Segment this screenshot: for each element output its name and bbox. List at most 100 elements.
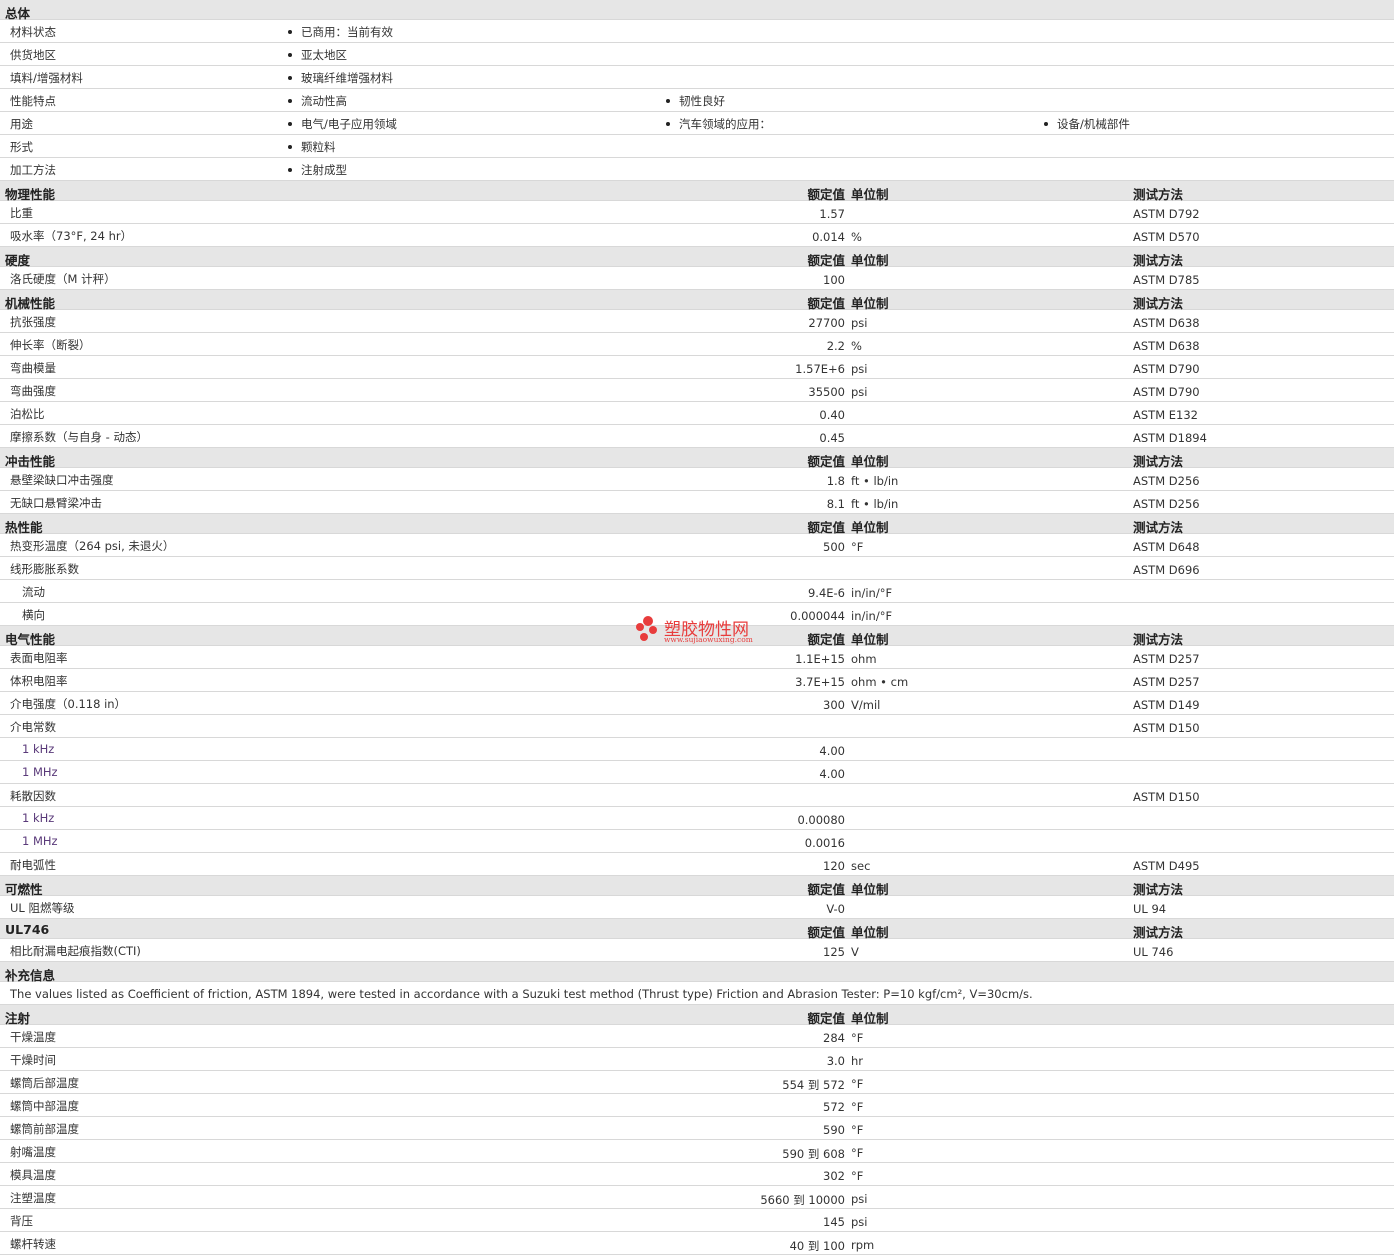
property-label: 介电强度（0.118 in） [10,697,127,711]
nominal-value: 0.00080 [797,813,845,827]
property-label: 无缺口悬臂梁冲击 [10,496,102,510]
bullet-text: 颗粒料 [301,140,336,154]
property-label: 形式 [10,140,33,154]
property-label: 弯曲模量 [10,361,56,375]
nominal-value: 0.000044 [790,609,845,623]
property-label: 干燥温度 [10,1030,56,1044]
unit-value: psi [851,385,868,399]
section-header: 可燃性 额定值 单位制 测试方法 [0,876,1394,897]
general-row: 用途 电气/电子应用领域 汽车领域的应用： 设备/机械部件 [0,112,1394,135]
unit-value: psi [851,362,868,376]
injection-row: 螺杆转速 40 到 100 rpm [0,1232,1394,1255]
test-method: UL 94 [1133,902,1167,916]
nominal-value: 0.0016 [804,836,845,850]
test-method: ASTM D149 [1133,698,1200,712]
injection-row: 螺筒后部温度 554 到 572 °F [0,1071,1394,1094]
bullet-item: 韧性良好 [666,93,725,109]
bullet-item: 汽车领域的应用： [666,116,771,132]
section-title: UL746 [5,922,50,937]
property-row: 表面电阻率 1.1E+15 ohm ASTM D257 [0,646,1394,669]
property-label: 泊松比 [10,407,45,421]
property-label: 洛氏硬度（M 计秤） [10,272,116,286]
bullet-text: 玻璃纤维增强材料 [301,71,393,85]
property-row: 体积电阻率 3.7E+15 ohm • cm ASTM D257 [0,669,1394,692]
general-row: 形式 颗粒料 [0,135,1394,158]
unit-value: hr [851,1054,864,1068]
bullet-text: 已商用：当前有效 [301,25,393,39]
nominal-value: 0.014 [812,230,845,244]
bullet-item: 玻璃纤维增强材料 [288,70,393,86]
property-label: 螺杆转速 [10,1237,56,1251]
nominal-value: 590 [823,1123,845,1137]
property-label: 伸长率（断裂） [10,338,91,352]
test-method: ASTM D257 [1133,675,1200,689]
general-row: 填料/增强材料 玻璃纤维增强材料 [0,66,1394,89]
nominal-value: 5660 到 10000 [760,1193,845,1207]
injection-row: 注塑温度 5660 到 10000 psi [0,1186,1394,1209]
test-method: ASTM D256 [1133,497,1200,511]
unit-value: % [851,339,862,353]
property-label: 耐电弧性 [10,858,56,872]
property-label: 线形膨胀系数 [10,562,79,576]
test-method: ASTM D792 [1133,207,1200,221]
property-label: 背压 [10,1214,33,1228]
bullet-item: 颗粒料 [288,139,336,155]
property-label: 1 kHz [22,742,55,756]
injection-row: 模具温度 302 °F [0,1163,1394,1186]
property-label: 注塑温度 [10,1191,56,1205]
unit-value: ft • lb/in [851,474,899,488]
nominal-value: 40 到 100 [789,1239,845,1253]
test-method: UL 746 [1133,945,1174,959]
section-header: 热性能 额定值 单位制 测试方法 [0,514,1394,535]
test-method: ASTM D638 [1133,316,1200,330]
nominal-value: V-0 [826,902,845,916]
injection-row: 干燥温度 284 °F [0,1025,1394,1048]
property-row: 耐电弧性 120 sec ASTM D495 [0,853,1394,876]
nominal-value: 302 [823,1169,845,1183]
property-label: 表面电阻率 [10,651,68,665]
property-row: 介电强度（0.118 in） 300 V/mil ASTM D149 [0,692,1394,715]
property-label: 体积电阻率 [10,674,68,688]
test-method: ASTM D696 [1133,563,1200,577]
property-row: 流动 9.4E-6 in/in/°F [0,580,1394,603]
bullet-item: 设备/机械部件 [1044,116,1130,132]
unit-value: in/in/°F [851,586,893,600]
unit-value: °F [851,540,864,554]
nominal-value: 145 [823,1215,845,1229]
unit-value: rpm [851,1238,875,1252]
test-method: ASTM D495 [1133,859,1200,873]
property-label: 弯曲强度 [10,384,56,398]
bullet-icon [288,167,292,172]
bullet-text: 设备/机械部件 [1057,117,1130,131]
property-label: 1 MHz [22,834,58,848]
general-row: 加工方法 注射成型 [0,158,1394,181]
unit-value: ohm [851,652,877,666]
property-label: 介电常数 [10,720,56,734]
bullet-text: 汽车领域的应用： [679,117,771,131]
nominal-value: 3.7E+15 [795,675,845,689]
nominal-value: 120 [823,859,845,873]
nominal-value: 500 [823,540,845,554]
injection-row: 背压 145 psi [0,1209,1394,1232]
bullet-text: 韧性良好 [679,94,725,108]
bullet-text: 流动性高 [301,94,347,108]
test-method: ASTM D1894 [1133,431,1207,445]
nominal-value: 284 [823,1031,845,1045]
bullet-icon [288,75,292,80]
property-label: 悬壁梁缺口冲击强度 [10,473,114,487]
bullet-icon [288,98,292,103]
unit-value: psi [851,1192,868,1206]
bullet-text: 电气/电子应用领域 [301,117,397,131]
nominal-value: 590 到 608 [782,1147,845,1161]
section-header-general: 总体 [0,0,1394,21]
bullet-icon [288,121,292,126]
unit-value: °F [851,1169,864,1183]
unit-value: ft • lb/in [851,497,899,511]
property-row: 1 kHz 4.00 [0,738,1394,761]
property-row: 悬壁梁缺口冲击强度 1.8 ft • lb/in ASTM D256 [0,468,1394,491]
watermark-dots-icon [636,616,657,641]
property-label: 比重 [10,206,33,220]
section-header: 冲击性能 额定值 单位制 测试方法 [0,448,1394,469]
general-row: 材料状态 已商用：当前有效 [0,20,1394,43]
property-label: UL 阻燃等级 [10,901,75,915]
